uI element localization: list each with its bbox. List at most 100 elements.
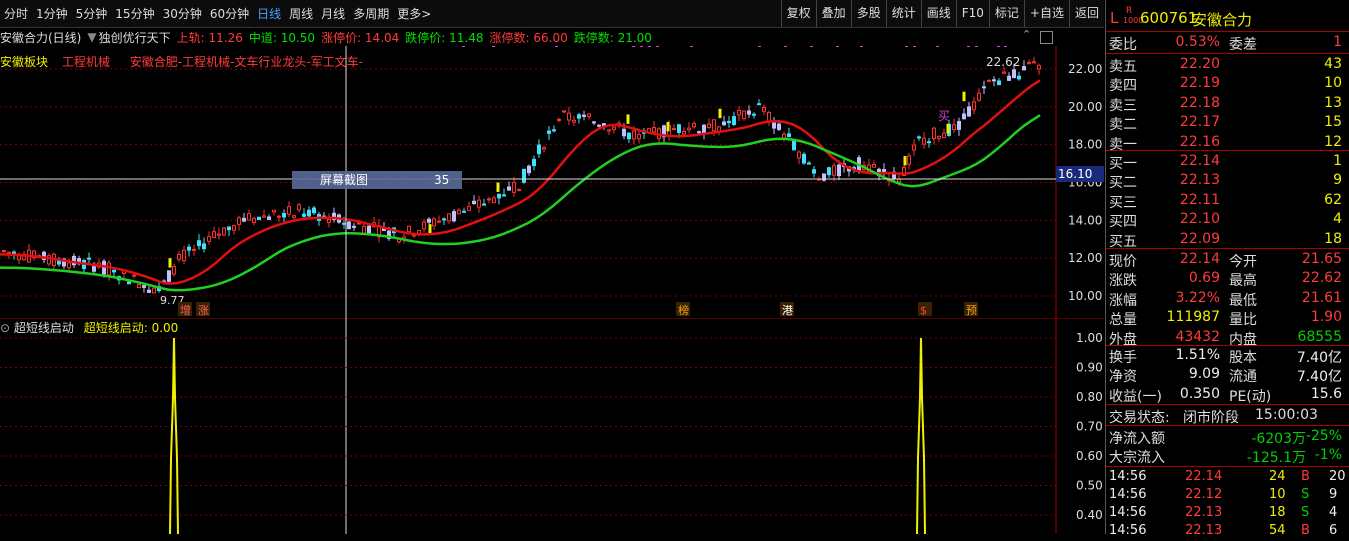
ask-row: 卖四 22.19 10: [1109, 75, 1346, 94]
candle-body: [912, 144, 916, 151]
candle-body: [172, 265, 176, 275]
candle-body: [552, 129, 556, 132]
candle-body: [467, 206, 471, 211]
period-tab[interactable]: 多周期: [349, 5, 393, 22]
candle-body: [427, 218, 431, 223]
tick-count: 6: [1329, 523, 1338, 538]
ask-label: 卖三: [1109, 97, 1137, 114]
tick-side: S: [1301, 505, 1310, 520]
candle-body: [217, 233, 221, 236]
period-tab[interactable]: 月线: [317, 5, 349, 22]
bid-price: 22.11: [1179, 191, 1220, 208]
chart-toggle-button[interactable]: [1040, 31, 1053, 44]
stat-label-2: 量比: [1229, 312, 1257, 329]
block-pct: -1%: [1314, 447, 1342, 463]
tick-count: 9: [1329, 487, 1338, 502]
tool-button[interactable]: 标记: [988, 0, 1024, 27]
indicator-dropdown-icon[interactable]: ▼: [87, 30, 96, 44]
stock-title: 安徽合力(日线): [0, 30, 82, 45]
tool-button[interactable]: 返回: [1068, 0, 1104, 27]
period-tab[interactable]: 更多>: [393, 5, 435, 22]
candle-body: [1007, 75, 1011, 81]
tool-button[interactable]: F10: [955, 0, 989, 27]
candle-body: [897, 178, 901, 183]
tool-button[interactable]: 多股: [850, 0, 886, 27]
weicha-value: 1: [1333, 34, 1342, 50]
status-row: 交易状态: 闭市阶段 15:00:03: [1109, 407, 1346, 426]
tool-button[interactable]: 画线: [920, 0, 956, 27]
candle-body: [797, 151, 801, 159]
ask-price: 22.17: [1179, 114, 1220, 131]
period-tab[interactable]: 1分钟: [32, 5, 72, 22]
limit-dot: [836, 46, 839, 47]
period-tab[interactable]: 15分钟: [111, 5, 158, 22]
candle-body: [627, 132, 631, 140]
period-tab[interactable]: 5分钟: [72, 5, 112, 22]
stat-value: 111987: [1166, 309, 1220, 326]
tool-button[interactable]: 统计: [885, 0, 921, 27]
crosshair-price: 16.10: [1058, 167, 1092, 181]
candle-body: [237, 217, 241, 226]
stat-value-2: 21.61: [1301, 289, 1342, 306]
period-tab[interactable]: 60分钟: [206, 5, 253, 22]
stat-value-2: 68555: [1297, 328, 1342, 345]
candle-body-highlight: [626, 114, 630, 124]
bid-price: 22.10: [1179, 211, 1220, 228]
tick-side: B: [1301, 469, 1310, 484]
period-tab[interactable]: 30分钟: [159, 5, 206, 22]
chart-close-icon[interactable]: ⌃: [1022, 28, 1031, 41]
indicator-chart[interactable]: 1.00 0.90 0.80 0.70 0.60 0.50 0.40: [0, 318, 1104, 534]
bid-price: 22.13: [1179, 172, 1220, 189]
tick-price: 22.12: [1185, 487, 1223, 502]
tick-price: 22.13: [1185, 523, 1223, 538]
tool-button[interactable]: 叠加: [815, 0, 851, 27]
period-tab[interactable]: 周线: [285, 5, 317, 22]
candle-body: [567, 112, 571, 121]
candle-body: [837, 164, 841, 177]
candle-body: [167, 270, 171, 282]
ask-price: 22.20: [1179, 56, 1220, 72]
stock-name: 安徽合力: [1192, 11, 1253, 29]
candle-body: [357, 222, 361, 225]
stat2-label: 净资: [1109, 369, 1137, 386]
bid-label: 买一: [1109, 156, 1137, 172]
candle-body: [517, 188, 521, 191]
candle-body: [277, 215, 281, 218]
candle-body: [497, 193, 501, 199]
tool-button[interactable]: 复权: [780, 0, 816, 27]
indicator-axis-label: 0.40: [1076, 508, 1103, 522]
indicator-name[interactable]: 独创优行天下: [99, 29, 171, 46]
limit-dot: [462, 46, 465, 47]
candle-body: [432, 218, 436, 227]
stat-row: 涨跌 0.69 最高 22.62: [1109, 270, 1346, 289]
stat2-row: 收益(一) 0.350 PE(动) 15.6: [1109, 386, 1346, 405]
indicator-axis-label: 0.90: [1076, 361, 1103, 375]
candle-body: [227, 226, 231, 231]
candle-body-highlight: [946, 123, 950, 134]
limit-dot: [492, 46, 495, 47]
period-tab[interactable]: 日线: [253, 5, 285, 22]
candle-body: [907, 155, 911, 165]
bid-row: 买五 22.09 18: [1109, 231, 1346, 250]
candle-body: [967, 106, 971, 117]
candle-body: [592, 121, 596, 124]
candle-body: [917, 136, 921, 139]
limit-down-price: 跌停价: 11.48: [405, 30, 484, 45]
price-axis-label: 14.00: [1068, 213, 1102, 227]
tick-time: 14:56: [1109, 469, 1147, 484]
candle-body: [362, 226, 366, 234]
period-tab[interactable]: 分时: [0, 5, 32, 22]
candle-body: [827, 167, 831, 176]
block-label: 大宗流入: [1109, 450, 1165, 466]
stat2-label-2: PE(动): [1229, 388, 1272, 405]
candle-body: [2, 250, 6, 253]
bid-row: 买三 22.11 62: [1109, 192, 1346, 211]
candle-body: [812, 169, 816, 174]
candle-body: [767, 112, 771, 122]
candle-body-highlight: [496, 182, 500, 192]
tick-volume: 10: [1269, 487, 1286, 502]
price-chart[interactable]: 22.0020.0018.0016.0014.0012.0010.00 16.1…: [0, 46, 1104, 318]
candle-body: [262, 215, 266, 218]
tool-button[interactable]: +自选: [1023, 0, 1069, 27]
candle-body: [582, 114, 586, 117]
